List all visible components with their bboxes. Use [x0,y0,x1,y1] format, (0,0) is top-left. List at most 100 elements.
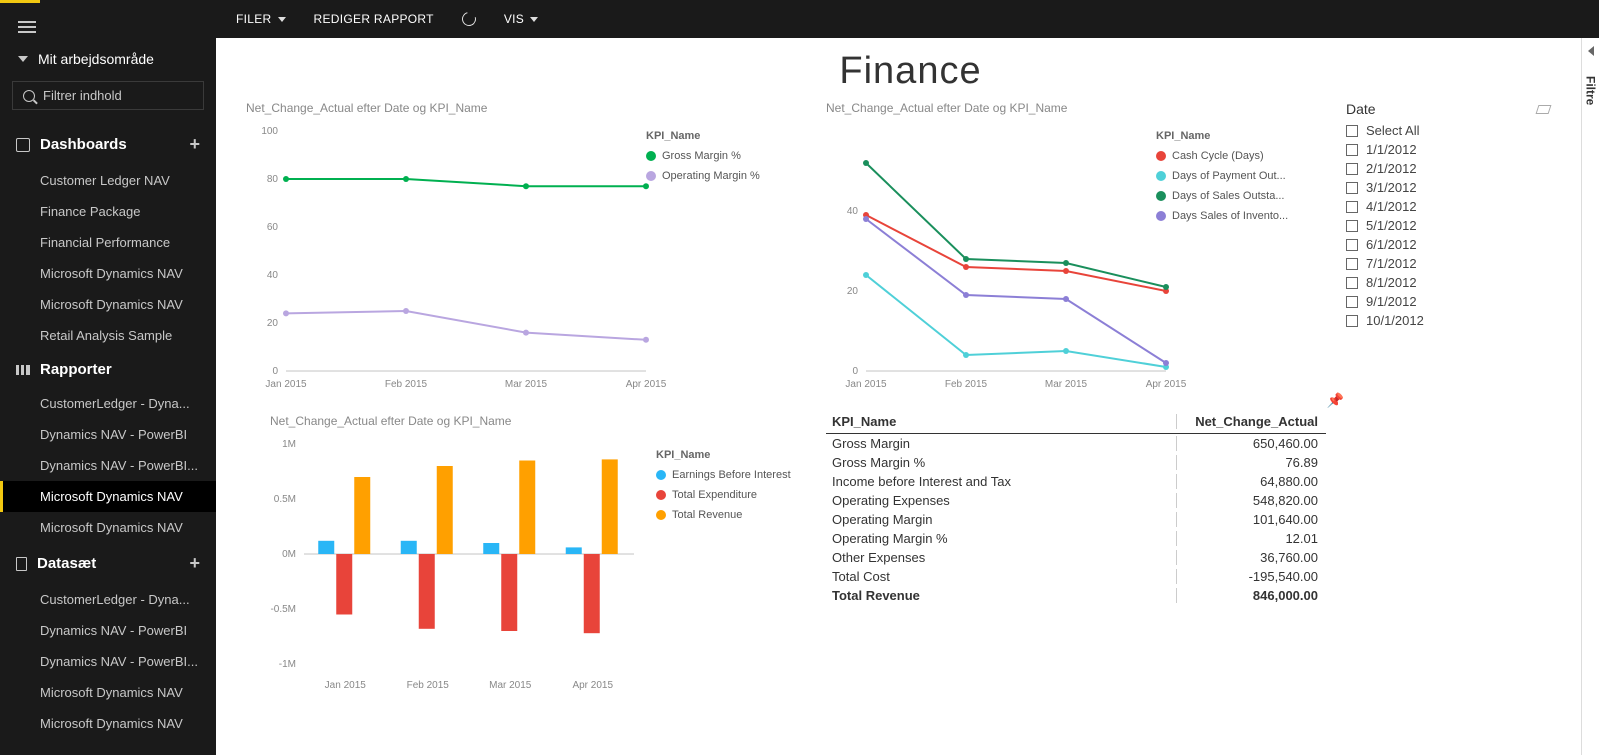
chart-margin-lines[interactable]: Net_Change_Actual efter Date og KPI_Name… [246,101,806,406]
nav-item[interactable]: Microsoft Dynamics NAV [0,677,216,708]
checkbox-icon [1346,220,1358,232]
date-slicer[interactable]: Date Select All 1/1/2012 2/1/2012 3/1/2012 4… [1346,101,1556,709]
section-datasets-title: Datasæt [37,555,96,572]
slicer-item[interactable]: 6/1/2012 [1346,237,1556,252]
checkbox-icon [1346,144,1358,156]
file-menu[interactable]: FILER [236,12,286,26]
slicer-item[interactable]: 3/1/2012 [1346,180,1556,195]
slicer-item[interactable]: 9/1/2012 [1346,294,1556,309]
pin-icon[interactable]: 📌 [1327,392,1344,409]
hamburger-icon [18,26,36,28]
section-reports-header[interactable]: Rapporter [0,351,216,388]
table-row[interactable]: Operating Expenses548,820.00 [826,491,1326,510]
nav-item[interactable]: CustomerLedger - Dyna... [0,388,216,419]
table-cell-value: 101,640.00 [1176,512,1326,527]
refresh-button[interactable] [459,9,478,28]
dashboards-list: Customer Ledger NAVFinance PackageFinanc… [0,165,216,351]
table-cell-value: 76.89 [1176,455,1326,470]
nav-item[interactable]: Financial Performance [0,227,216,258]
edit-report-button[interactable]: REDIGER RAPPORT [314,12,434,26]
slicer-item-label: 7/1/2012 [1366,256,1417,271]
eraser-icon[interactable] [1536,105,1552,114]
chart-grouped-bars[interactable]: Net_Change_Actual efter Date og KPI_Name… [246,414,806,709]
slicer-title: Date [1346,101,1376,117]
table-cell-value: 64,880.00 [1176,474,1326,489]
slicer-item[interactable]: 2/1/2012 [1346,161,1556,176]
table-row[interactable]: Total Cost-195,540.00 [826,567,1326,586]
left-sidebar: Mit arbejdsområde Filtrer indhold Dashbo… [0,0,216,755]
table-row[interactable]: Other Expenses36,760.00 [826,548,1326,567]
svg-text:KPI_Name: KPI_Name [1156,130,1210,142]
svg-text:Days of Payment Out...: Days of Payment Out... [1172,170,1286,182]
section-reports-title: Rapporter [40,361,112,378]
nav-item[interactable]: Dynamics NAV - PowerBI [0,615,216,646]
table-row[interactable]: Gross Margin %76.89 [826,453,1326,472]
slicer-item[interactable]: 5/1/2012 [1346,218,1556,233]
table-row[interactable]: Gross Margin650,460.00 [826,434,1326,453]
nav-item[interactable]: Finance Package [0,196,216,227]
section-datasets-header[interactable]: Datasæt + [0,543,216,584]
slicer-item[interactable]: 1/1/2012 [1346,142,1556,157]
add-dataset-button[interactable]: + [189,553,200,574]
nav-item[interactable]: Microsoft Dynamics NAV [0,258,216,289]
filters-panel-collapsed[interactable]: Filtre [1581,38,1599,755]
left-column: Net_Change_Actual efter Date og KPI_Name… [246,101,806,709]
svg-text:0: 0 [852,366,858,377]
svg-text:KPI_Name: KPI_Name [646,130,700,142]
checkbox-icon [1346,201,1358,213]
table-cell-kpi: Total Cost [826,569,1176,584]
nav-item[interactable]: Microsoft Dynamics NAV [0,708,216,739]
nav-item[interactable]: Dynamics NAV - PowerBI... [0,646,216,677]
report-canvas: Finance Net_Change_Actual efter Date og … [216,38,1599,755]
filter-content-input[interactable]: Filtrer indhold [12,81,204,110]
svg-text:-0.5M: -0.5M [270,604,296,615]
slicer-item[interactable]: 7/1/2012 [1346,256,1556,271]
kpi-table[interactable]: KPI_Name Net_Change_Actual Gross Margin6… [826,410,1326,605]
table-cell-kpi: Other Expenses [826,550,1176,565]
workspace-selector[interactable]: Mit arbejdsområde [0,45,216,81]
checkbox-icon [1346,182,1358,194]
slicer-item[interactable]: 4/1/2012 [1346,199,1556,214]
table-row[interactable]: Income before Interest and Tax64,880.00 [826,472,1326,491]
table-header-value: Net_Change_Actual [1176,414,1326,429]
nav-item[interactable]: CustomerLedger - Dyna... [0,584,216,615]
slicer-item[interactable]: 10/1/2012 [1346,313,1556,328]
view-menu[interactable]: VIS [504,12,538,26]
section-dashboards-header[interactable]: Dashboards + [0,124,216,165]
chevron-down-icon [18,56,28,62]
svg-text:Feb 2015: Feb 2015 [407,680,450,691]
table-row[interactable]: Total Revenue846,000.00 [826,586,1326,605]
nav-item[interactable]: Microsoft Dynamics NAV [0,481,216,512]
slicer-item-label: 6/1/2012 [1366,237,1417,252]
checkbox-icon [1346,296,1358,308]
svg-text:Feb 2015: Feb 2015 [945,379,988,390]
nav-item[interactable]: Dynamics NAV - PowerBI... [0,450,216,481]
slicer-item-label: 5/1/2012 [1366,218,1417,233]
svg-text:Apr 2015: Apr 2015 [1146,379,1187,390]
svg-text:0.5M: 0.5M [274,494,296,505]
nav-item[interactable]: Customer Ledger NAV [0,165,216,196]
slicer-item[interactable]: Select All [1346,123,1556,138]
nav-item[interactable]: Microsoft Dynamics NAV [0,289,216,320]
slicer-item-label: 3/1/2012 [1366,180,1417,195]
chart-days-lines[interactable]: Net_Change_Actual efter Date og KPI_Name… [826,101,1326,406]
filters-label: Filtre [1584,76,1598,105]
checkbox-icon [1346,315,1358,327]
add-dashboard-button[interactable]: + [189,134,200,155]
svg-text:KPI_Name: KPI_Name [656,449,710,461]
slicer-item[interactable]: 8/1/2012 [1346,275,1556,290]
table-header-kpi: KPI_Name [826,414,1176,429]
nav-item[interactable]: Retail Analysis Sample [0,320,216,351]
nav-item[interactable]: Microsoft Dynamics NAV [0,512,216,543]
nav-item[interactable]: Dynamics NAV - PowerBI [0,419,216,450]
svg-text:Jan 2015: Jan 2015 [845,379,887,390]
table-row[interactable]: Operating Margin101,640.00 [826,510,1326,529]
table-header-row: KPI_Name Net_Change_Actual [826,410,1326,434]
svg-text:0: 0 [272,366,278,377]
workspace-name: Mit arbejdsområde [38,51,154,67]
table-row[interactable]: Operating Margin %12.01 [826,529,1326,548]
svg-text:Days Sales of Invento...: Days Sales of Invento... [1172,210,1288,222]
reports-icon [16,365,30,375]
hamburger-button[interactable] [0,3,216,45]
reports-list: CustomerLedger - Dyna...Dynamics NAV - P… [0,388,216,543]
